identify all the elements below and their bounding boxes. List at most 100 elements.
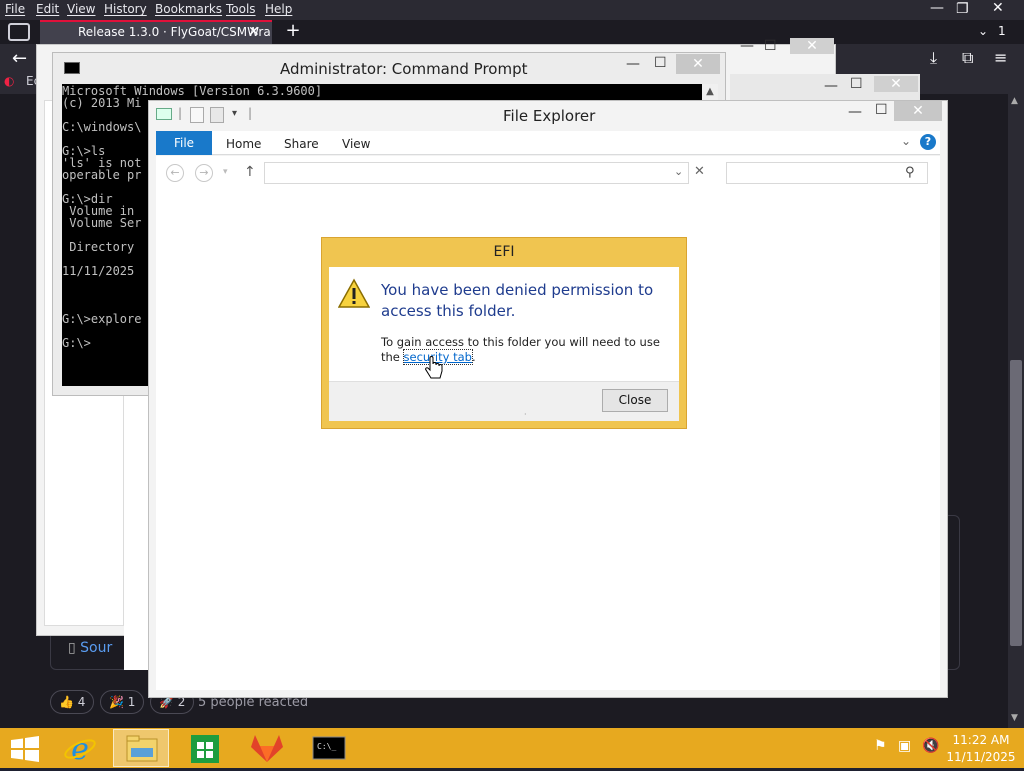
scroll-down-arrow-icon[interactable]: ▼ bbox=[1011, 713, 1018, 723]
tab-count: 1 bbox=[998, 24, 1006, 38]
help-icon[interactable]: ? bbox=[920, 134, 936, 150]
cmd-minimize-button[interactable]: — bbox=[626, 56, 640, 72]
close-icon[interactable]: ✕ bbox=[790, 38, 834, 54]
gitlab-fox-icon bbox=[251, 735, 283, 762]
console-line: G:\> bbox=[62, 336, 91, 350]
action-center-flag-icon[interactable]: ⚑ bbox=[874, 738, 887, 754]
menu-edit[interactable]: Edit bbox=[36, 2, 59, 16]
back-arrow-icon[interactable]: ← bbox=[166, 164, 184, 182]
hamburger-menu-icon[interactable]: ≡ bbox=[994, 48, 1007, 67]
console-line: C:\windows\ bbox=[62, 120, 142, 134]
windows-start-icon[interactable] bbox=[10, 736, 40, 762]
ribbon-tabs bbox=[156, 131, 940, 155]
tab-view[interactable]: View bbox=[342, 137, 370, 151]
console-line: G:\>explore bbox=[62, 312, 142, 326]
new-folder-icon[interactable] bbox=[210, 107, 224, 123]
back-arrow-icon[interactable]: ← bbox=[12, 48, 27, 69]
ribbon-expand-chevron-icon[interactable]: ⌄ bbox=[901, 134, 911, 148]
minimize-icon[interactable]: — bbox=[824, 78, 838, 94]
command-prompt-title: Administrator: Command Prompt bbox=[280, 60, 528, 78]
menu-view[interactable]: View bbox=[67, 2, 95, 16]
taskbar-command-prompt[interactable]: C:\_ bbox=[301, 729, 357, 767]
cmd-close-button[interactable]: ✕ bbox=[676, 54, 720, 74]
tab-list-icon[interactable] bbox=[8, 23, 30, 41]
search-icon[interactable]: ⚲ bbox=[905, 165, 915, 180]
up-arrow-icon[interactable]: ↑ bbox=[244, 164, 256, 180]
browser-menubar: File Edit View History Bookmarks Tools H… bbox=[0, 0, 1024, 20]
taskbar-store[interactable] bbox=[177, 729, 233, 767]
downloads-icon[interactable]: ⤓ bbox=[930, 48, 937, 68]
explorer-maximize-button[interactable]: ☐ bbox=[875, 102, 888, 118]
browser-minimize-button[interactable]: — bbox=[930, 0, 944, 16]
properties-icon[interactable] bbox=[190, 107, 204, 123]
taskbar-gitlab[interactable] bbox=[239, 729, 295, 767]
dialog-heading: You have been denied permission to acces… bbox=[381, 281, 654, 320]
browser-restore-button[interactable]: ❐ bbox=[956, 1, 969, 17]
console-line: (c) 2013 Mi bbox=[62, 96, 142, 110]
network-icon[interactable]: ▣ bbox=[898, 738, 911, 754]
explorer-close-button[interactable]: ✕ bbox=[894, 101, 942, 121]
address-clear-icon[interactable]: ✕ bbox=[694, 164, 705, 179]
clock-date[interactable]: 11/11/2025 bbox=[945, 750, 1017, 764]
hand-cursor-icon bbox=[425, 356, 443, 379]
tab-home[interactable]: Home bbox=[226, 137, 261, 151]
reaction-hooray[interactable]: 🎉 1 bbox=[100, 690, 145, 714]
maximize-icon[interactable]: ☐ bbox=[850, 76, 863, 92]
dialog-message-end: . bbox=[471, 350, 476, 364]
zip-file-icon: ▯ bbox=[68, 640, 76, 656]
console-line: Directory bbox=[62, 240, 135, 254]
warning-icon bbox=[338, 278, 370, 308]
maximize-icon[interactable]: ☐ bbox=[764, 38, 777, 54]
svg-text:e: e bbox=[71, 732, 89, 767]
recent-locations-chevron-icon[interactable]: ▾ bbox=[223, 167, 228, 177]
new-tab-icon[interactable]: + bbox=[282, 22, 304, 42]
reaction-thumbs-up[interactable]: 👍 4 bbox=[50, 690, 95, 714]
volume-muted-icon[interactable]: 🔇 bbox=[922, 738, 939, 754]
forward-arrow-icon[interactable]: → bbox=[195, 164, 213, 182]
menu-tools[interactable]: Tools bbox=[226, 2, 256, 16]
address-dropdown-chevron-icon[interactable]: ⌄ bbox=[674, 165, 683, 178]
internet-explorer-icon: e bbox=[64, 732, 96, 767]
menu-history[interactable]: History bbox=[104, 2, 147, 16]
tab-overflow-chevron-icon[interactable]: ⌄ bbox=[978, 24, 988, 38]
menu-bookmarks[interactable]: Bookmarks bbox=[155, 2, 222, 16]
close-button[interactable]: Close bbox=[602, 389, 668, 412]
taskbar-internet-explorer[interactable]: e bbox=[52, 729, 108, 767]
console-line: Volume Ser bbox=[62, 216, 142, 230]
tab-close-icon[interactable]: ✕ bbox=[248, 24, 260, 40]
customize-toolbar-icon[interactable]: ▾ bbox=[232, 108, 237, 119]
tab-share[interactable]: Share bbox=[284, 137, 319, 151]
browser-scrollbar-thumb[interactable] bbox=[1010, 360, 1022, 646]
console-line: 11/11/2025 bbox=[62, 264, 135, 278]
scroll-up-arrow-icon[interactable]: ▲ bbox=[702, 86, 718, 100]
explorer-minimize-button[interactable]: — bbox=[848, 104, 862, 120]
clock-time[interactable]: 11:22 AM bbox=[945, 733, 1017, 747]
browser-close-button[interactable]: ✕ bbox=[992, 0, 1004, 16]
folder-icon bbox=[126, 735, 158, 762]
cmd-icon: C:\_ bbox=[312, 736, 346, 760]
source-link-label: Sour bbox=[80, 640, 113, 656]
system-tray: ⚑ ▣ 🔇 bbox=[870, 736, 940, 760]
minimize-icon[interactable]: — bbox=[740, 38, 754, 54]
cmd-maximize-button[interactable]: ☐ bbox=[654, 55, 667, 71]
search-box[interactable] bbox=[726, 162, 928, 184]
close-icon[interactable]: ✕ bbox=[874, 76, 918, 92]
cmd-icon bbox=[64, 62, 80, 74]
separator-icon: | bbox=[248, 106, 253, 120]
scroll-up-arrow-icon[interactable]: ▲ bbox=[1011, 96, 1018, 106]
browser-tab-title: Release 1.3.0 · FlyGoat/CSMWra bbox=[78, 25, 271, 39]
menu-file[interactable]: File bbox=[5, 2, 25, 16]
dialog-title: EFI bbox=[493, 244, 515, 260]
resize-grip-icon: · bbox=[524, 410, 527, 419]
tab-file[interactable]: File bbox=[156, 131, 212, 155]
explorer-app-icon bbox=[156, 108, 172, 120]
extensions-icon[interactable]: ⧉ bbox=[962, 48, 973, 68]
console-line: operable pr bbox=[62, 168, 142, 182]
background-window-controls: — ☐ ✕ bbox=[736, 38, 836, 58]
svg-text:C:\_: C:\_ bbox=[317, 742, 336, 751]
menu-help[interactable]: Help bbox=[265, 2, 292, 16]
address-bar[interactable] bbox=[264, 162, 689, 184]
quick-access-toolbar: | ▾ | bbox=[156, 106, 256, 126]
taskbar-file-explorer[interactable] bbox=[113, 729, 169, 767]
separator-icon: | bbox=[178, 106, 183, 120]
